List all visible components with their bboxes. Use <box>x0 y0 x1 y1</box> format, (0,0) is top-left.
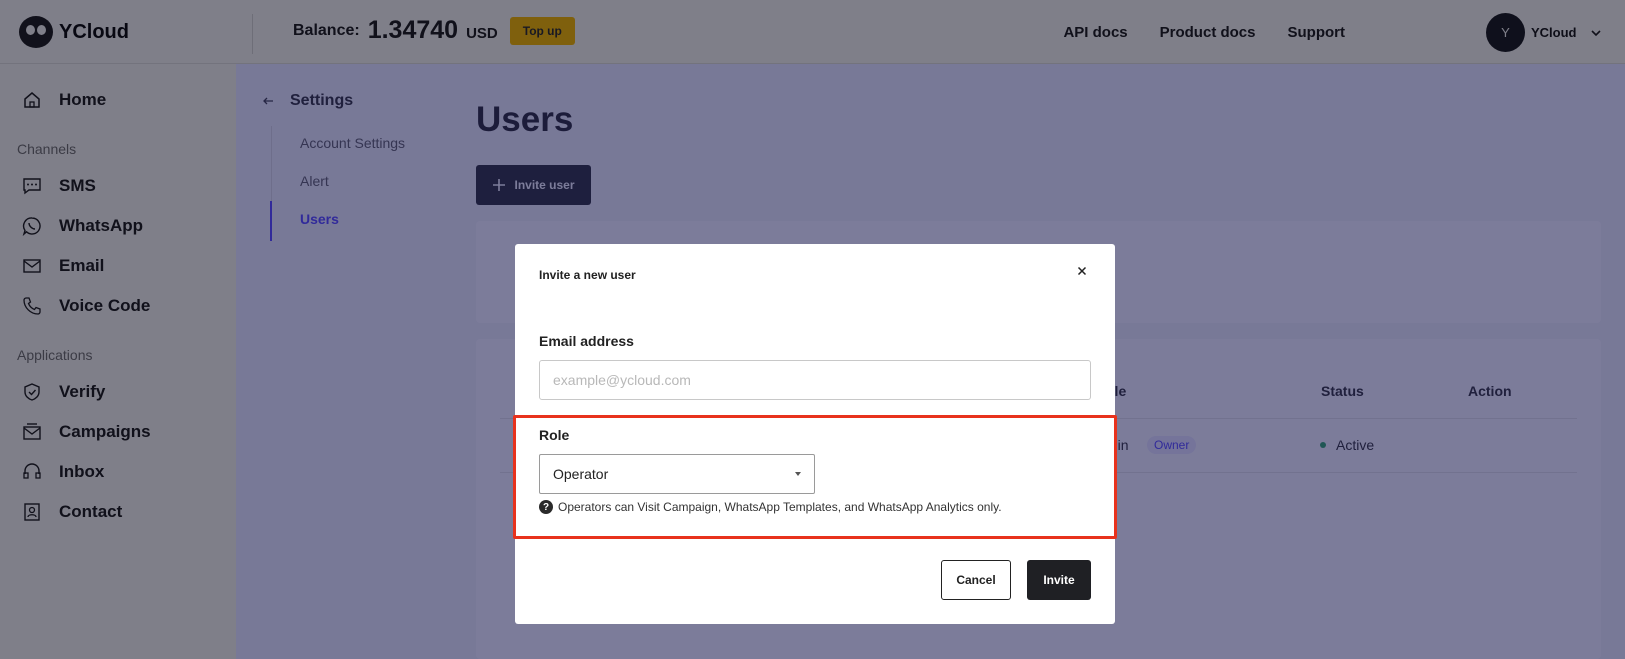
role-select[interactable]: Operator <box>539 454 815 494</box>
cancel-button[interactable]: Cancel <box>941 560 1011 600</box>
role-label: Role <box>539 427 570 443</box>
close-icon[interactable] <box>1075 264 1089 278</box>
role-select-value: Operator <box>553 466 609 482</box>
invite-button[interactable]: Invite <box>1027 560 1091 600</box>
email-field[interactable] <box>539 360 1091 400</box>
dialog-title: Invite a new user <box>539 268 636 282</box>
invite-user-dialog: Invite a new user Email address Role Ope… <box>513 244 1117 624</box>
role-help-message: Operators can Visit Campaign, WhatsApp T… <box>558 500 1002 514</box>
caret-down-icon <box>795 472 801 476</box>
help-icon: ? <box>539 500 553 514</box>
email-label: Email address <box>539 333 634 349</box>
role-help-text: ? Operators can Visit Campaign, WhatsApp… <box>539 500 1002 514</box>
